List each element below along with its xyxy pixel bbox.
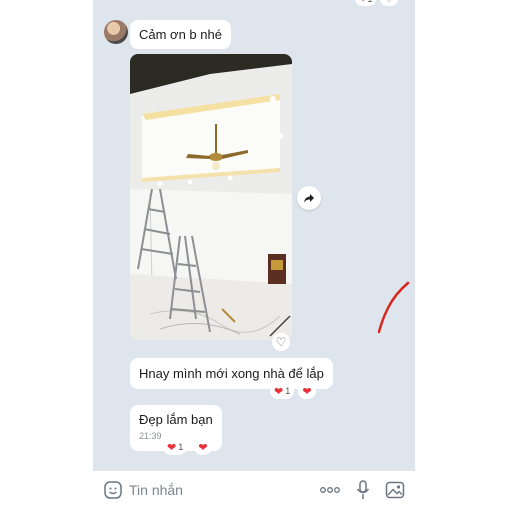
message-text: Cảm ơn b nhé (139, 27, 222, 42)
room-photo (130, 54, 292, 340)
reaction-count: 1 (367, 0, 372, 4)
heart-icon: ❤ (198, 441, 208, 454)
emoji-icon (104, 481, 122, 499)
chat-area[interactable]: ❤ 1 ♡ Cảm ơn b nhé (93, 0, 415, 470)
message-bubble[interactable]: Cảm ơn b nhé (130, 20, 231, 49)
share-button[interactable] (297, 186, 321, 210)
share-icon (304, 194, 314, 203)
message-text: Đẹp lắm bạn (139, 412, 213, 427)
react-heart-button[interactable]: ♡ (380, 0, 398, 6)
heart-outline-icon: ♡ (385, 0, 394, 5)
heart-outline-icon: ♡ (275, 335, 287, 349)
message-input-bar: Tin nhắn (93, 470, 415, 509)
message-input[interactable]: Tin nhắn (129, 482, 183, 498)
reaction-count: 1 (285, 386, 291, 396)
react-heart-button[interactable]: ❤ (298, 383, 316, 399)
photo-message[interactable] (130, 54, 292, 340)
more-options-icon (320, 487, 340, 493)
message-text: Hnay mình mới xong nhà để lắp (139, 366, 324, 381)
reaction-badge[interactable]: ❤ 1 (163, 439, 188, 455)
image-icon (385, 481, 405, 499)
red-annotation-stroke (377, 281, 410, 334)
more-options-button[interactable] (318, 479, 342, 501)
heart-icon: ❤ (274, 385, 284, 398)
microphone-button[interactable] (354, 479, 372, 501)
emoji-button[interactable] (102, 479, 124, 501)
heart-icon: ❤ (302, 385, 312, 398)
avatar[interactable] (104, 20, 128, 44)
react-heart-button[interactable]: ♡ (272, 333, 290, 351)
reaction-badge[interactable]: ❤ 1 (270, 383, 295, 399)
reaction-count: 1 (178, 442, 184, 452)
react-heart-button[interactable]: ❤ (194, 439, 212, 455)
top-reaction-badge[interactable]: ❤ 1 (355, 0, 377, 6)
heart-icon: ❤ (167, 441, 177, 454)
heart-icon: ❤ (359, 0, 367, 5)
microphone-icon (356, 480, 370, 499)
image-button[interactable] (384, 479, 406, 501)
